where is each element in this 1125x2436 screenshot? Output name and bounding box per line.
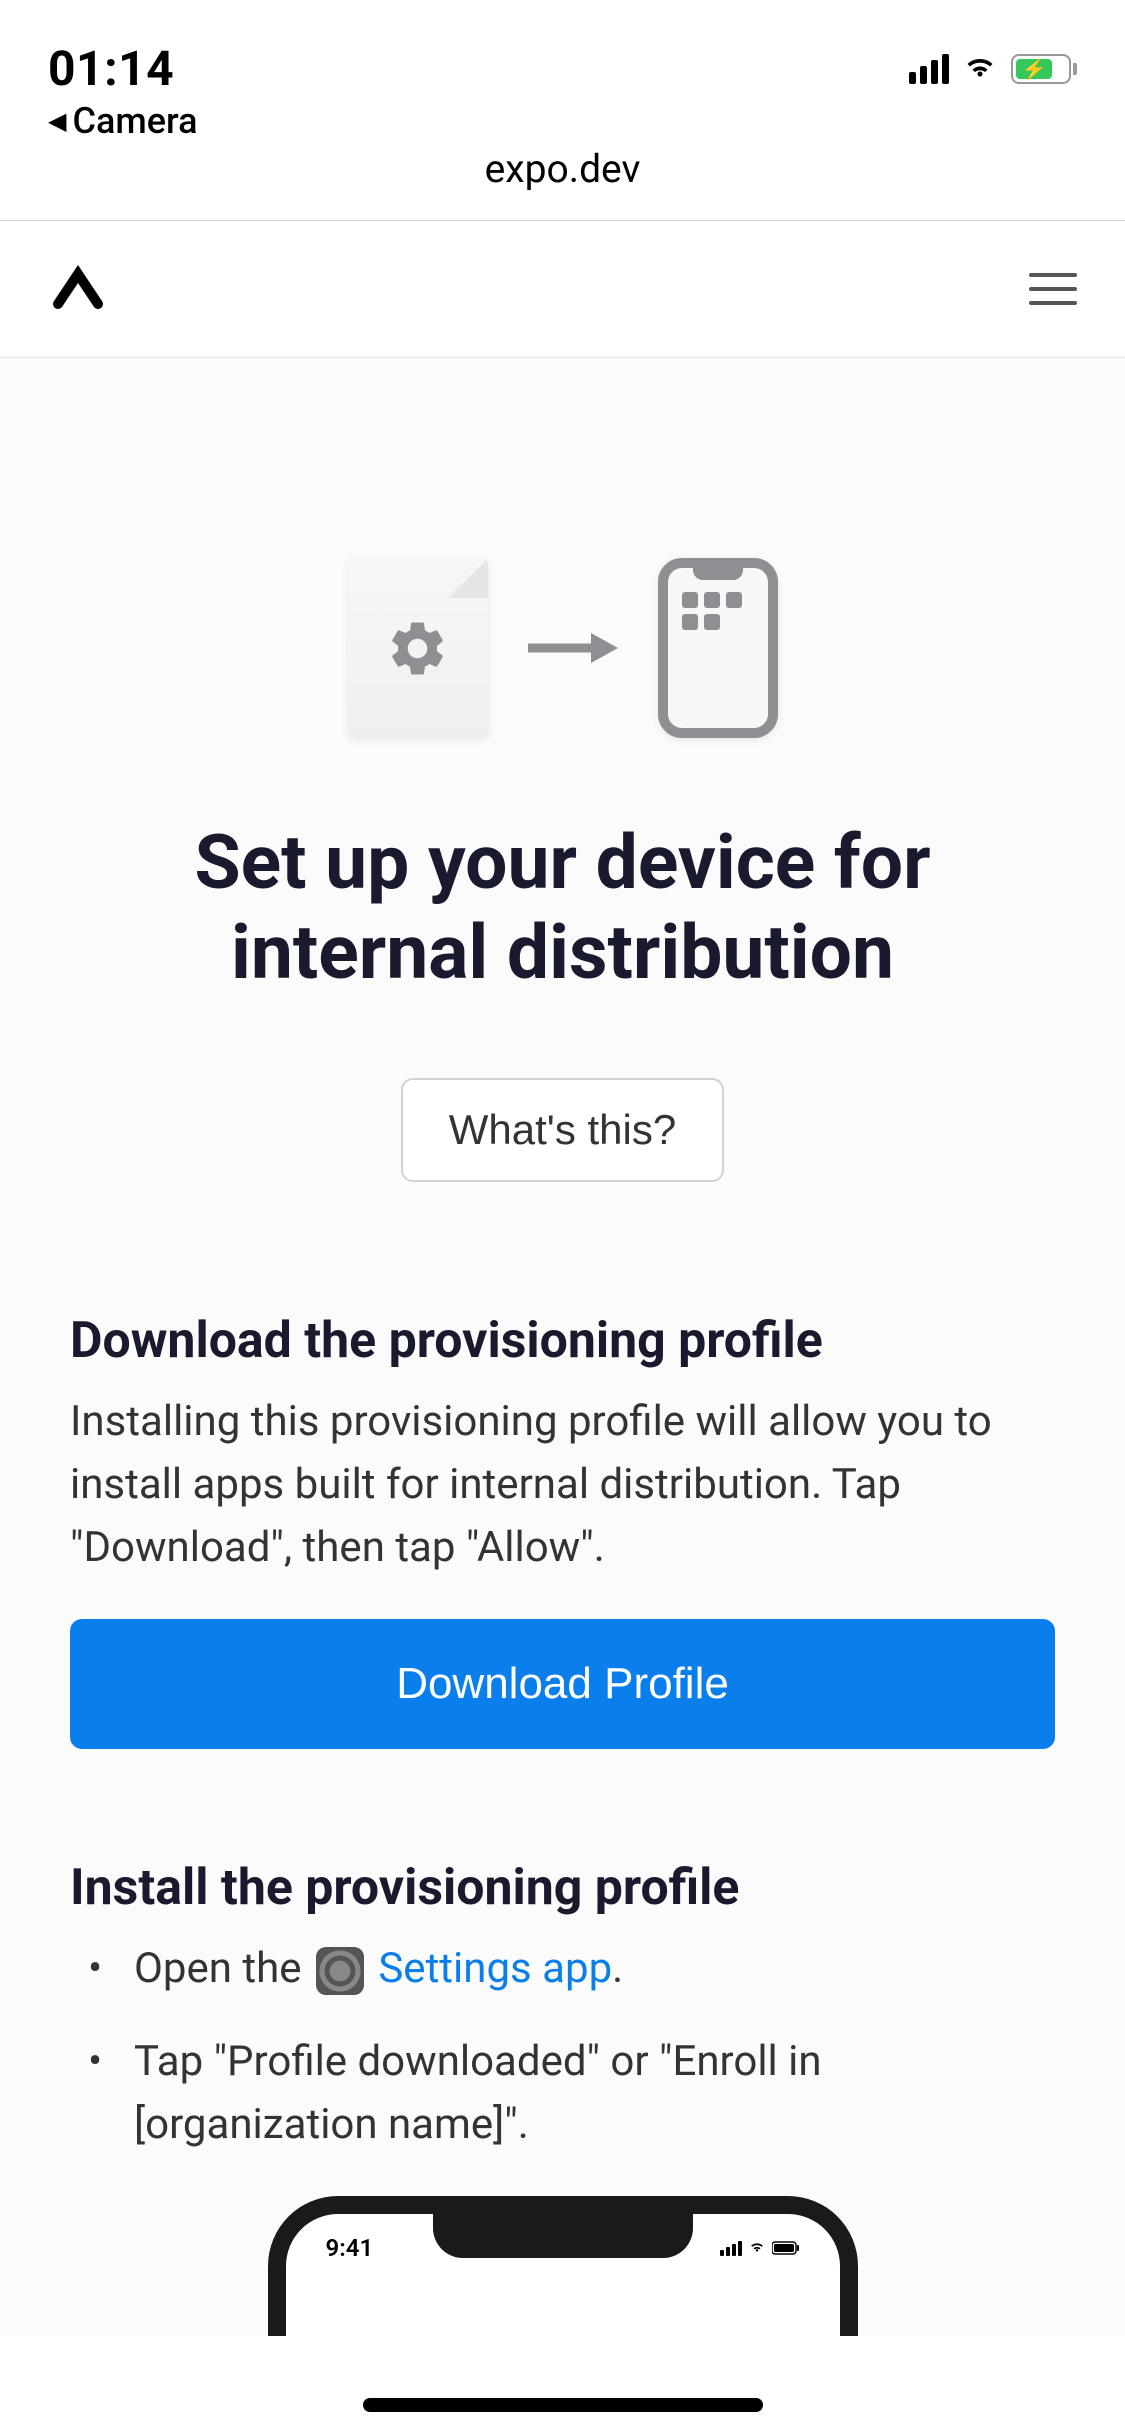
download-profile-button[interactable]: Download Profile (70, 1619, 1055, 1749)
expo-logo-icon[interactable] (48, 259, 108, 319)
battery-icon: ⚡ (1011, 54, 1077, 84)
page-title: Set up your device for internal distribu… (70, 818, 1055, 998)
app-header (0, 221, 1125, 358)
mockup-signal-icon (720, 2241, 742, 2256)
page-content: Set up your device for internal distribu… (0, 358, 1125, 2336)
status-time: 01:14 (48, 40, 198, 97)
back-arrow-icon: ◀ (48, 107, 66, 135)
mockup-time: 9:41 (326, 2234, 374, 2262)
wifi-icon (961, 54, 999, 84)
arrow-right-icon (528, 633, 618, 663)
download-section-text: Installing this provisioning profile wil… (70, 1390, 1055, 1579)
hero-illustration (70, 358, 1055, 818)
settings-app-icon (316, 1947, 364, 1995)
cellular-signal-icon (909, 54, 949, 84)
menu-button[interactable] (1029, 273, 1077, 305)
phone-mockup: 9:41 (70, 2196, 1055, 2336)
mockup-battery-icon (772, 2241, 800, 2255)
back-app-label: Camera (72, 100, 197, 142)
status-indicators: ⚡ (909, 54, 1077, 84)
profile-document-icon (348, 558, 488, 738)
gear-icon (385, 616, 450, 681)
status-bar: 01:14 ◀ Camera ⚡ (0, 0, 1125, 100)
phone-frame: 9:41 (268, 2196, 858, 2336)
install-step-1: Open the Settings app. (70, 1937, 1055, 2000)
download-section-title: Download the provisioning profile (70, 1312, 1055, 1370)
settings-app-link[interactable]: Settings app (378, 1944, 612, 1993)
whats-this-button[interactable]: What's this? (401, 1078, 724, 1182)
install-section-title: Install the provisioning profile (70, 1859, 1055, 1917)
install-steps-list: Open the Settings app. Tap "Profile down… (70, 1937, 1055, 2156)
home-indicator[interactable] (363, 2398, 763, 2412)
install-step-2: Tap "Profile downloaded" or "Enroll in [… (70, 2030, 1055, 2156)
mockup-wifi-icon (748, 2241, 766, 2255)
phone-device-icon (658, 558, 778, 738)
back-to-app[interactable]: ◀ Camera (48, 100, 198, 142)
